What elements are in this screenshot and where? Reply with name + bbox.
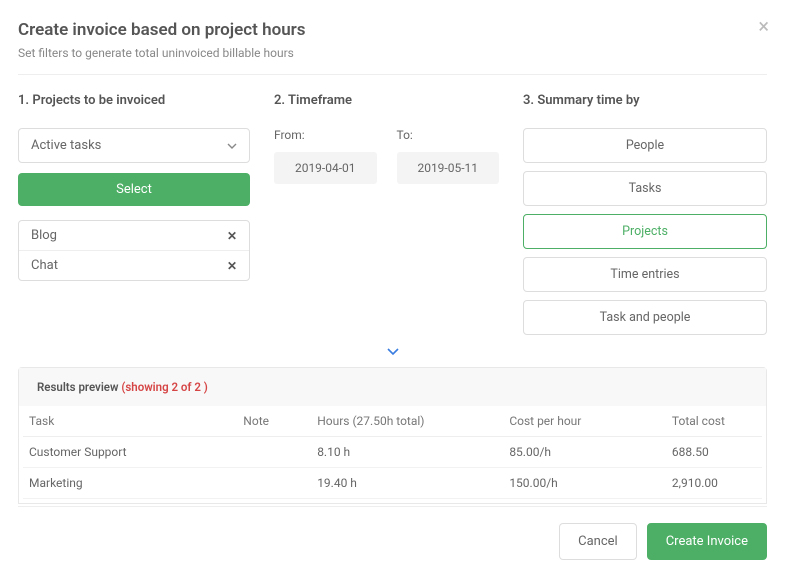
- projects-filter-dropdown[interactable]: Active tasks: [18, 128, 250, 163]
- results-label: Results preview: [37, 380, 121, 394]
- modal-title: Create invoice based on project hours: [18, 20, 767, 40]
- collapse-toggle[interactable]: [18, 343, 767, 363]
- chip-label: Chat: [31, 258, 58, 273]
- col-total: Total cost: [666, 406, 762, 437]
- section-summary-title: 3. Summary time by: [523, 93, 767, 108]
- table-row: Marketing 19.40 h150.00/h2,910.00: [23, 468, 762, 499]
- create-invoice-button[interactable]: Create Invoice: [647, 523, 767, 560]
- summary-option[interactable]: Tasks: [523, 171, 767, 206]
- col-note: Note: [237, 406, 311, 437]
- summary-options: People Tasks Projects Time entries Task and …: [523, 128, 767, 335]
- cell-hours: 19.40 h: [311, 468, 503, 499]
- remove-chip-icon[interactable]: ✕: [227, 229, 237, 243]
- cell-note: [237, 468, 311, 499]
- select-projects-button[interactable]: Select: [18, 173, 250, 206]
- selected-project-chip: Chat ✕: [19, 250, 249, 280]
- summary-option[interactable]: Time entries: [523, 257, 767, 292]
- results-count: (showing 2 of 2 ): [121, 380, 207, 394]
- timeframe-from-label: From:: [274, 128, 377, 142]
- cell-total: 688.50: [666, 437, 762, 468]
- cell-cost: 85.00/h: [503, 437, 666, 468]
- results-preview-panel: Results preview (showing 2 of 2 ) Task N…: [18, 367, 767, 504]
- cell-task: Marketing: [23, 468, 237, 499]
- timeframe-to-label: To:: [397, 128, 500, 142]
- section-projects-title: 1. Projects to be invoiced: [18, 93, 250, 108]
- summary-option[interactable]: People: [523, 128, 767, 163]
- summary-option[interactable]: Task and people: [523, 300, 767, 335]
- selected-project-chip: Blog ✕: [19, 221, 249, 250]
- timeframe-from-input[interactable]: 2019-04-01: [274, 152, 377, 184]
- divider: [18, 74, 767, 75]
- col-cost: Cost per hour: [503, 406, 666, 437]
- cell-total: 2,910.00: [666, 468, 762, 499]
- col-task: Task: [23, 406, 237, 437]
- summary-option[interactable]: Projects: [523, 214, 767, 249]
- cell-note: [237, 437, 311, 468]
- col-hours: Hours (27.50h total): [311, 406, 503, 437]
- remove-chip-icon[interactable]: ✕: [227, 259, 237, 273]
- selected-projects-list: Blog ✕ Chat ✕: [18, 220, 250, 281]
- chevron-down-icon: [227, 141, 237, 151]
- section-timeframe-title: 2. Timeframe: [274, 93, 499, 108]
- cell-hours: 8.10 h: [311, 437, 503, 468]
- cancel-button[interactable]: Cancel: [559, 523, 637, 560]
- timeframe-to-input[interactable]: 2019-05-11: [397, 152, 500, 184]
- close-icon[interactable]: ×: [758, 14, 769, 38]
- projects-filter-value: Active tasks: [31, 138, 101, 153]
- chip-label: Blog: [31, 228, 57, 243]
- results-table: Task Note Hours (27.50h total) Cost per …: [23, 406, 762, 499]
- cell-task: Customer Support: [23, 437, 237, 468]
- table-row: Customer Support 8.10 h85.00/h688.50: [23, 437, 762, 468]
- cell-cost: 150.00/h: [503, 468, 666, 499]
- modal-subtitle: Set filters to generate total uninvoiced…: [18, 46, 767, 60]
